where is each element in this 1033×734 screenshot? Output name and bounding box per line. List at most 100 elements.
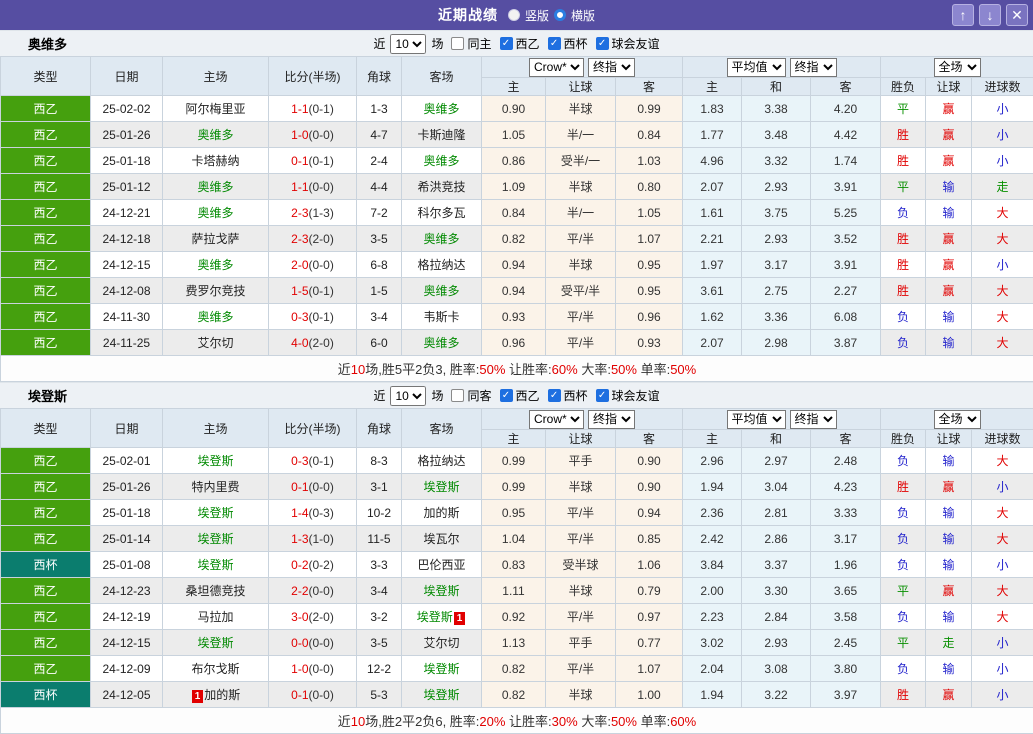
col-home: 主场 [163,409,269,448]
league-badge: 西乙 [1,174,91,200]
away-team-label: 卡斯迪隆 [417,128,465,142]
title-bar: 近期战绩 竖版 横版 ↑ ↓ ✕ [0,0,1033,30]
goals-result-cell: 大 [972,526,1033,552]
league-checkbox[interactable]: ✓ [596,389,609,402]
home-team-label: 埃登斯 [197,532,233,546]
move-up-button[interactable]: ↑ [952,4,974,26]
league-checkbox[interactable]: ✓ [548,389,561,402]
table-row: 西乙24-12-15奥维多2-0(0-0)6-8格拉纳达0.94半球0.951.… [1,252,1033,278]
final-odds-select[interactable]: 终指 [588,410,635,429]
league-checkbox[interactable]: ✓ [500,37,513,50]
radio-vertical-label[interactable]: 竖版 [525,7,549,24]
radio-vertical-icon[interactable] [508,9,520,21]
corner-score: 7-2 [357,200,402,226]
crow-handicap: 平/半 [546,500,616,526]
table-row: 西乙25-01-26特内里费0-1(0-0)3-1埃登斯0.99半球0.901.… [1,474,1033,500]
league-checkbox[interactable]: ✓ [500,389,513,402]
handicap-result-cell: 赢 [926,578,972,604]
final-odds-select[interactable]: 终指 [588,58,635,77]
corner-score: 4-7 [357,122,402,148]
home-team: 费罗尔竞技 [163,278,269,304]
summary-segment: 近 [338,714,351,729]
avg-home-odds: 3.84 [683,552,742,578]
away-team-label: 奥维多 [423,284,459,298]
league-checkbox[interactable]: ✓ [596,37,609,50]
close-button[interactable]: ✕ [1006,4,1028,26]
home-team-label: 埃登斯 [197,558,233,572]
crow-away-odds: 1.03 [616,148,683,174]
avg-away-odds: 3.87 [811,330,881,356]
away-team-label: 埃登斯 [423,688,459,702]
crow-home-odds: 1.04 [482,526,546,552]
crow-home-odds: 0.92 [482,604,546,630]
col-avg-draw: 和 [742,78,811,96]
red-card-badge: 1 [192,690,204,703]
radio-horizontal-label[interactable]: 横版 [571,7,595,24]
final-odds-select-2[interactable]: 终指 [790,410,837,429]
result-cell: 胜 [881,474,926,500]
away-team: 奥维多 [402,96,482,122]
match-score: 0-3(0-1) [269,448,357,474]
section-home-team: 奥维多 近10场同主✓西乙✓西杯✓球会友谊 类型日期主场比分(半场)角球客场Cr… [0,30,1033,382]
average-select[interactable]: 平均值 [727,410,786,429]
match-count-select[interactable]: 10 [390,34,426,54]
goals-result-cell: 小 [972,630,1033,656]
home-team: 卡塔赫纳 [163,148,269,174]
match-date: 25-01-26 [91,474,163,500]
handicap-result-cell: 输 [926,604,972,630]
same-venue-checkbox[interactable] [451,389,464,402]
summary-segment: 10 [351,714,365,729]
match-count-select[interactable]: 10 [390,386,426,406]
average-select[interactable]: 平均值 [727,58,786,77]
away-team-label: 希洪竞技 [417,180,465,194]
odds-source-select[interactable]: Crow* [529,410,584,429]
home-team: 埃登斯 [163,526,269,552]
home-team-label: 艾尔切 [197,336,233,350]
fulltime-select[interactable]: 全场 [934,410,981,429]
team-bar: 埃登斯 近10场同客✓西乙✓西杯✓球会友谊 [0,382,1033,408]
col-crow-home: 主 [482,78,546,96]
radio-horizontal-icon[interactable] [554,9,566,21]
halftime-score: (1-3) [309,206,334,220]
fulltime-score: 0-1 [291,480,308,494]
avg-home-odds: 2.21 [683,226,742,252]
match-date: 24-12-09 [91,656,163,682]
col-type: 类型 [1,409,91,448]
col-corner: 角球 [357,409,402,448]
match-date: 24-11-30 [91,304,163,330]
avg-draw-odds: 2.98 [742,330,811,356]
home-team: 埃登斯 [163,448,269,474]
final-odds-select-2[interactable]: 终指 [790,58,837,77]
avg-away-odds: 4.23 [811,474,881,500]
corner-score: 3-4 [357,578,402,604]
home-team-label: 费罗尔竞技 [185,284,245,298]
match-date: 25-01-08 [91,552,163,578]
avg-away-odds: 1.74 [811,148,881,174]
away-team: 奥维多 [402,330,482,356]
home-team-label: 布尔戈斯 [191,662,239,676]
move-down-button[interactable]: ↓ [979,4,1001,26]
away-team-label: 巴伦西亚 [417,558,465,572]
away-team: 奥维多 [402,226,482,252]
goals-result-cell: 大 [972,200,1033,226]
corner-score: 3-3 [357,552,402,578]
result-cell: 负 [881,656,926,682]
fulltime-select[interactable]: 全场 [934,58,981,77]
summary-segment: 50% [611,362,637,377]
league-badge: 西乙 [1,200,91,226]
league-checkbox[interactable]: ✓ [548,37,561,50]
handicap-result-cell: 输 [926,448,972,474]
match-score: 2-3(2-0) [269,226,357,252]
corner-score: 11-5 [357,526,402,552]
col-date: 日期 [91,409,163,448]
fulltime-score: 0-3 [291,310,308,324]
crow-handicap: 平/半 [546,656,616,682]
goals-result-cell: 大 [972,604,1033,630]
crow-handicap: 平手 [546,630,616,656]
same-venue-checkbox[interactable] [451,37,464,50]
odds-source-select[interactable]: Crow* [529,58,584,77]
section-away-team: 埃登斯 近10场同客✓西乙✓西杯✓球会友谊 类型日期主场比分(半场)角球客场Cr… [0,382,1033,734]
goals-result-cell: 大 [972,278,1033,304]
result-cell: 负 [881,604,926,630]
summary-segment: 让胜率: [505,362,551,377]
